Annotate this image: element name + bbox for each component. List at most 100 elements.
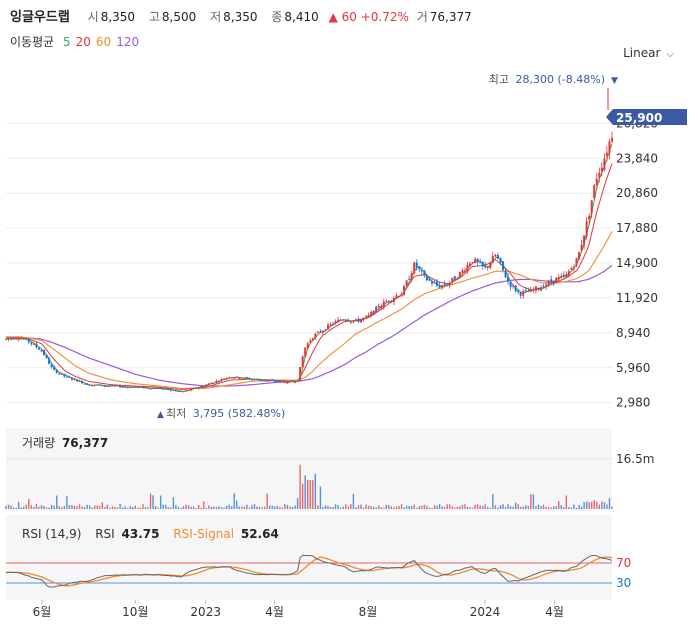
candle-body bbox=[306, 343, 309, 349]
volume-bar bbox=[294, 505, 296, 509]
candle-body bbox=[542, 286, 545, 288]
volume-bar bbox=[357, 505, 360, 509]
candle-body bbox=[517, 290, 520, 292]
volume-bar bbox=[545, 507, 547, 509]
rsi-signal-value: 52.64 bbox=[240, 527, 279, 541]
volume-bar bbox=[114, 506, 116, 509]
volume-bar bbox=[593, 500, 595, 509]
volume-bar bbox=[187, 505, 190, 509]
candle-body bbox=[256, 379, 259, 381]
candle-body bbox=[174, 390, 177, 392]
volume-bar bbox=[182, 506, 185, 509]
candle-body bbox=[580, 244, 583, 251]
candle-body bbox=[446, 284, 449, 286]
candle-body bbox=[68, 376, 71, 378]
candle-body bbox=[228, 377, 231, 379]
candle-body bbox=[233, 377, 236, 379]
candle-body bbox=[598, 172, 601, 178]
candle-body bbox=[479, 262, 482, 264]
volume-bar bbox=[438, 504, 441, 509]
candle-body bbox=[278, 381, 281, 383]
volume-bar bbox=[127, 507, 129, 509]
high-annotation-label: 최고 bbox=[489, 73, 509, 86]
volume-bar bbox=[563, 506, 565, 509]
volume-bar bbox=[360, 504, 362, 509]
candle-body bbox=[22, 338, 25, 340]
candle-body bbox=[469, 263, 472, 266]
volume-bar bbox=[492, 493, 494, 509]
volume-bar bbox=[215, 506, 218, 509]
candle-body bbox=[258, 379, 261, 381]
volume-bar bbox=[441, 506, 443, 509]
volume-bar bbox=[71, 504, 73, 509]
candle-body bbox=[162, 388, 165, 390]
candle-body bbox=[225, 377, 228, 379]
low-annotation-label: 최저 bbox=[166, 407, 186, 420]
volume-bar bbox=[329, 507, 332, 509]
volume-bar bbox=[48, 507, 50, 509]
candle-body bbox=[347, 320, 350, 322]
volume-bar bbox=[355, 507, 357, 509]
candle-body bbox=[45, 355, 48, 359]
volume-bar bbox=[520, 506, 522, 509]
volume-bar bbox=[205, 507, 208, 509]
candle-body bbox=[332, 323, 335, 325]
candle-body bbox=[484, 265, 487, 268]
candle-body bbox=[58, 373, 61, 375]
candle-body bbox=[230, 377, 233, 379]
volume-bar bbox=[116, 507, 119, 509]
candle-body bbox=[327, 324, 330, 330]
candle-body bbox=[187, 390, 190, 392]
candle-body bbox=[590, 200, 593, 214]
price-tick-label: 17,880 bbox=[616, 221, 658, 235]
candle-body bbox=[17, 338, 20, 340]
candle-body bbox=[486, 266, 489, 268]
volume-bar bbox=[507, 504, 509, 509]
candle-body bbox=[266, 380, 269, 382]
volume-bar bbox=[421, 505, 423, 509]
ma60-line bbox=[6, 231, 613, 389]
volume-bar bbox=[111, 506, 114, 509]
candle-body bbox=[50, 364, 53, 368]
volume-bar bbox=[410, 506, 413, 509]
volume-bar bbox=[66, 496, 68, 509]
candle-body bbox=[476, 259, 479, 263]
volume-bar bbox=[423, 504, 426, 509]
candle-body bbox=[301, 356, 304, 368]
volume-bar bbox=[25, 504, 27, 509]
candle-body bbox=[149, 388, 152, 390]
candle-body bbox=[177, 390, 180, 392]
candle-body bbox=[436, 281, 439, 286]
volume-bar bbox=[547, 507, 550, 509]
candle-body bbox=[603, 158, 606, 170]
low-marker-icon: ▲ bbox=[157, 410, 164, 420]
volume-bar bbox=[218, 506, 220, 509]
volume-bar bbox=[362, 507, 365, 509]
candle-body bbox=[375, 306, 378, 313]
volume-bar bbox=[474, 504, 476, 509]
candle-body bbox=[253, 379, 256, 381]
volume-bar bbox=[230, 506, 233, 509]
volume-axis-tick: 16.5m bbox=[616, 452, 654, 466]
volume-bar bbox=[426, 506, 428, 509]
candle-body bbox=[428, 278, 431, 281]
volume-bar bbox=[532, 494, 535, 509]
volume-bar bbox=[317, 505, 319, 509]
candle-body bbox=[565, 274, 568, 278]
volume-bar bbox=[367, 505, 370, 509]
candle-body bbox=[190, 388, 193, 391]
volume-bar bbox=[413, 504, 415, 509]
volume-bar bbox=[203, 501, 205, 509]
candle-body bbox=[53, 366, 56, 370]
volume-bar bbox=[246, 504, 248, 509]
candle-body bbox=[410, 273, 413, 280]
volume-bar bbox=[281, 507, 284, 509]
volume-bar bbox=[10, 505, 12, 509]
volume-bar bbox=[96, 505, 98, 509]
volume-bar bbox=[251, 505, 253, 509]
volume-bar bbox=[137, 507, 139, 509]
volume-bar bbox=[309, 479, 311, 509]
candle-body bbox=[588, 215, 591, 220]
candle-body bbox=[352, 321, 355, 323]
volume-bar bbox=[33, 507, 35, 509]
